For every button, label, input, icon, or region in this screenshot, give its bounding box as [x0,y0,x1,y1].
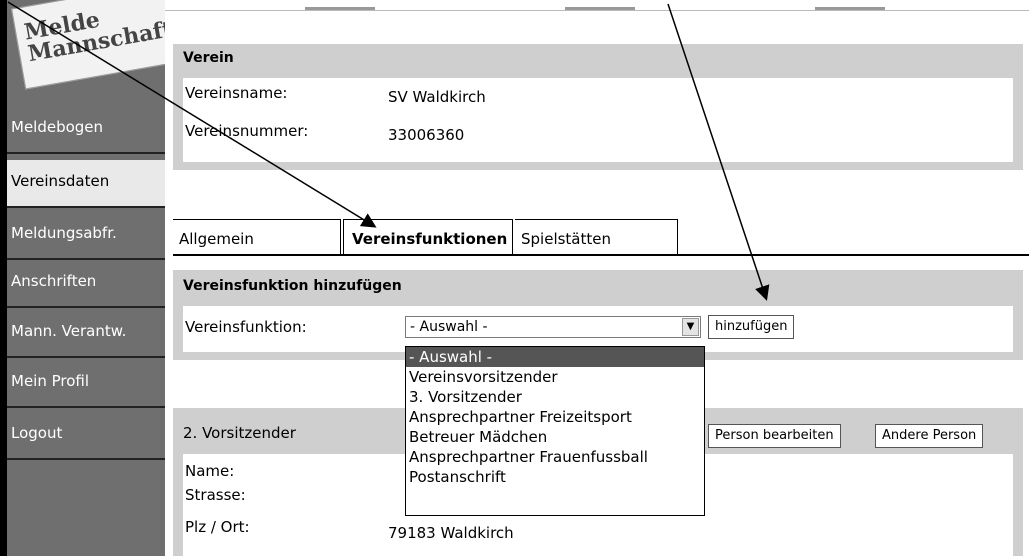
arrow-to-tab [7,1,377,228]
annotation-arrows [7,1,770,301]
arrow-to-button [667,3,770,301]
